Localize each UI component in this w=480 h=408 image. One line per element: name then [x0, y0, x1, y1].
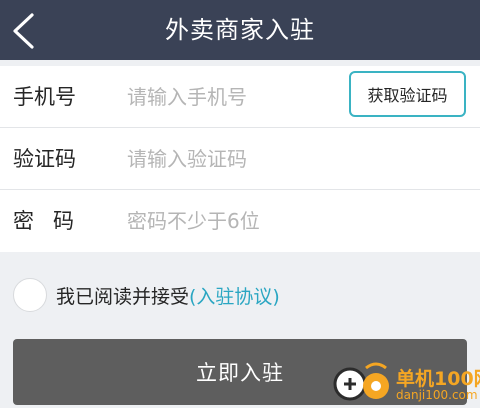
phone-input[interactable] — [127, 78, 337, 116]
watermark-url: danji100.com — [396, 388, 478, 402]
password-input[interactable] — [127, 202, 457, 240]
code-row: 验证码 — [0, 128, 480, 190]
get-code-button[interactable]: 获取验证码 — [349, 71, 466, 117]
registration-form: 手机号 获取验证码 验证码 密码 — [0, 66, 480, 252]
agreement-checkbox[interactable] — [13, 278, 47, 312]
page-title: 外卖商家入驻 — [165, 16, 315, 44]
agreement-text: 我已阅读并接受 — [56, 285, 190, 308]
agreement-link[interactable]: (入驻协议) — [189, 282, 280, 309]
code-input[interactable] — [127, 140, 457, 178]
phone-label: 手机号 — [13, 85, 76, 109]
code-label: 验证码 — [13, 147, 76, 171]
watermark-logo-icon — [333, 362, 389, 401]
phone-row: 手机号 获取验证码 — [0, 66, 480, 128]
header-bar: 外卖商家入驻 — [0, 0, 480, 60]
watermark: 单机100网 danji100.com — [332, 358, 480, 408]
watermark-title: 单机100网 — [396, 368, 480, 390]
password-label: 密码 — [13, 209, 93, 233]
agreement-row: 我已阅读并接受 (入驻协议) — [13, 277, 280, 313]
password-row: 密码 — [0, 190, 480, 252]
